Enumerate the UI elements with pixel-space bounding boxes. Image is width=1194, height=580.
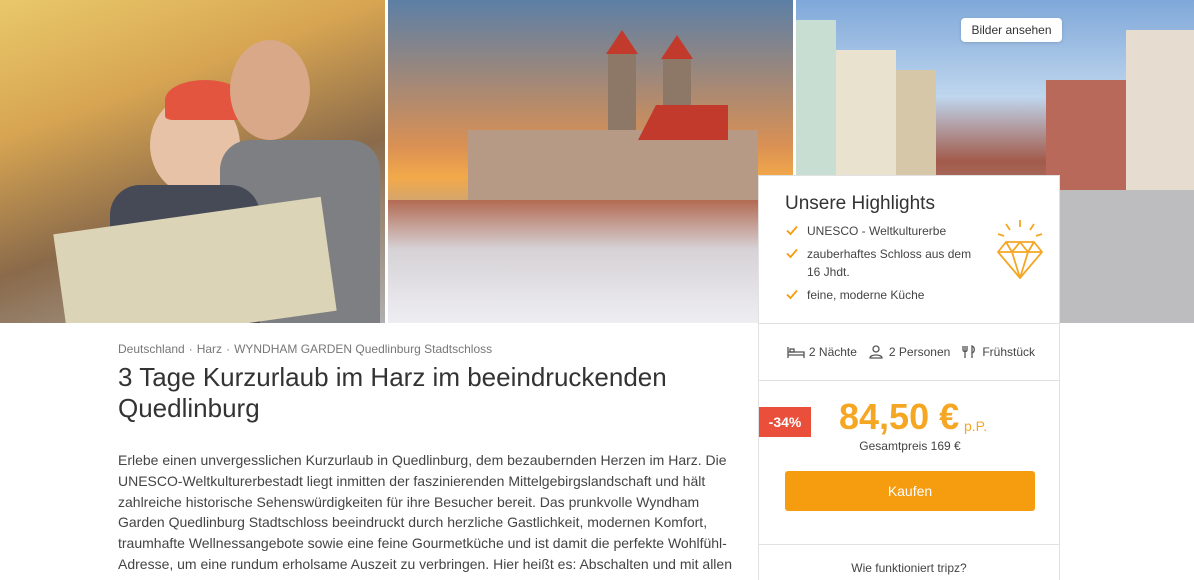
divider	[759, 544, 1059, 545]
castle-tower-left	[608, 50, 636, 140]
offer-description: Erlebe einen unvergesslichen Kurzurlaub …	[118, 452, 732, 580]
breadcrumb-item-region[interactable]: Harz	[197, 342, 222, 356]
tower-roof	[606, 30, 638, 54]
man-face	[230, 40, 310, 140]
snowy-town	[388, 200, 793, 323]
persons-label: 2 Personen	[888, 345, 951, 359]
house	[896, 70, 936, 180]
breadcrumb-item-country[interactable]: Deutschland	[118, 342, 185, 356]
highlights-list: UNESCO - Weltkulturerbe zauberhaftes Sch…	[785, 222, 975, 309]
highlight-text: UNESCO - Weltkulturerbe	[807, 224, 947, 238]
page-title: 3 Tage Kurzurlaub im Harz im beeindrucke…	[118, 362, 667, 423]
highlight-text: feine, moderne Küche	[807, 288, 925, 302]
view-images-button[interactable]: Bilder ansehen	[961, 18, 1062, 42]
cutlery-icon	[962, 345, 976, 358]
price-per-person: 84,50 €	[839, 396, 960, 437]
check-icon	[786, 248, 798, 259]
highlight-item: feine, moderne Küche	[785, 286, 975, 304]
breadcrumb: Deutschland · Harz · WYNDHAM GARDEN Quedlinb…	[118, 342, 492, 356]
nights-label: 2 Nächte	[808, 345, 857, 359]
discount-badge: -34%	[759, 407, 811, 437]
castle-roof	[638, 105, 728, 140]
buy-button[interactable]: Kaufen	[785, 471, 1035, 511]
persons-info: 2 Personen	[867, 345, 950, 359]
nights-info: 2 Nächte	[787, 345, 857, 359]
house	[796, 20, 836, 180]
house	[1126, 30, 1194, 190]
breadcrumb-separator: ·	[188, 342, 193, 356]
check-icon	[786, 289, 798, 300]
booking-card: Unsere Highlights UNESCO - Weltkulturerb…	[758, 175, 1060, 580]
highlight-item: UNESCO - Weltkulturerbe	[785, 222, 975, 240]
bed-icon	[787, 347, 805, 358]
person-icon	[869, 345, 883, 359]
house	[1046, 80, 1126, 190]
highlight-text: zauberhaftes Schloss aus dem 16 Jhdt.	[807, 247, 972, 279]
offer-meta: 2 Nächte 2 Personen Frühstück	[759, 324, 1059, 381]
map-prop	[53, 196, 337, 323]
gallery-photo-couple[interactable]	[0, 0, 385, 323]
breadcrumb-separator: ·	[226, 342, 231, 356]
how-it-works-link[interactable]: Wie funktioniert tripz?	[759, 561, 1059, 575]
breadcrumb-item-hotel[interactable]: WYNDHAM GARDEN Quedlinburg Stadtschloss	[234, 342, 492, 356]
highlights-section: Unsere Highlights UNESCO - Weltkulturerb…	[759, 176, 1059, 324]
board-info: Frühstück	[960, 345, 1035, 359]
highlights-title: Unsere Highlights	[785, 193, 935, 214]
price-unit: p.P.	[964, 418, 988, 434]
gallery-photo-castle[interactable]	[388, 0, 793, 323]
tower-roof	[661, 35, 693, 59]
check-icon	[786, 225, 798, 236]
diamond-icon	[997, 220, 1043, 279]
total-price: Gesamtpreis 169 €	[859, 439, 961, 453]
highlight-item: zauberhaftes Schloss aus dem 16 Jhdt.	[785, 245, 975, 281]
board-label: Frühstück	[982, 345, 1035, 359]
house	[836, 50, 896, 180]
